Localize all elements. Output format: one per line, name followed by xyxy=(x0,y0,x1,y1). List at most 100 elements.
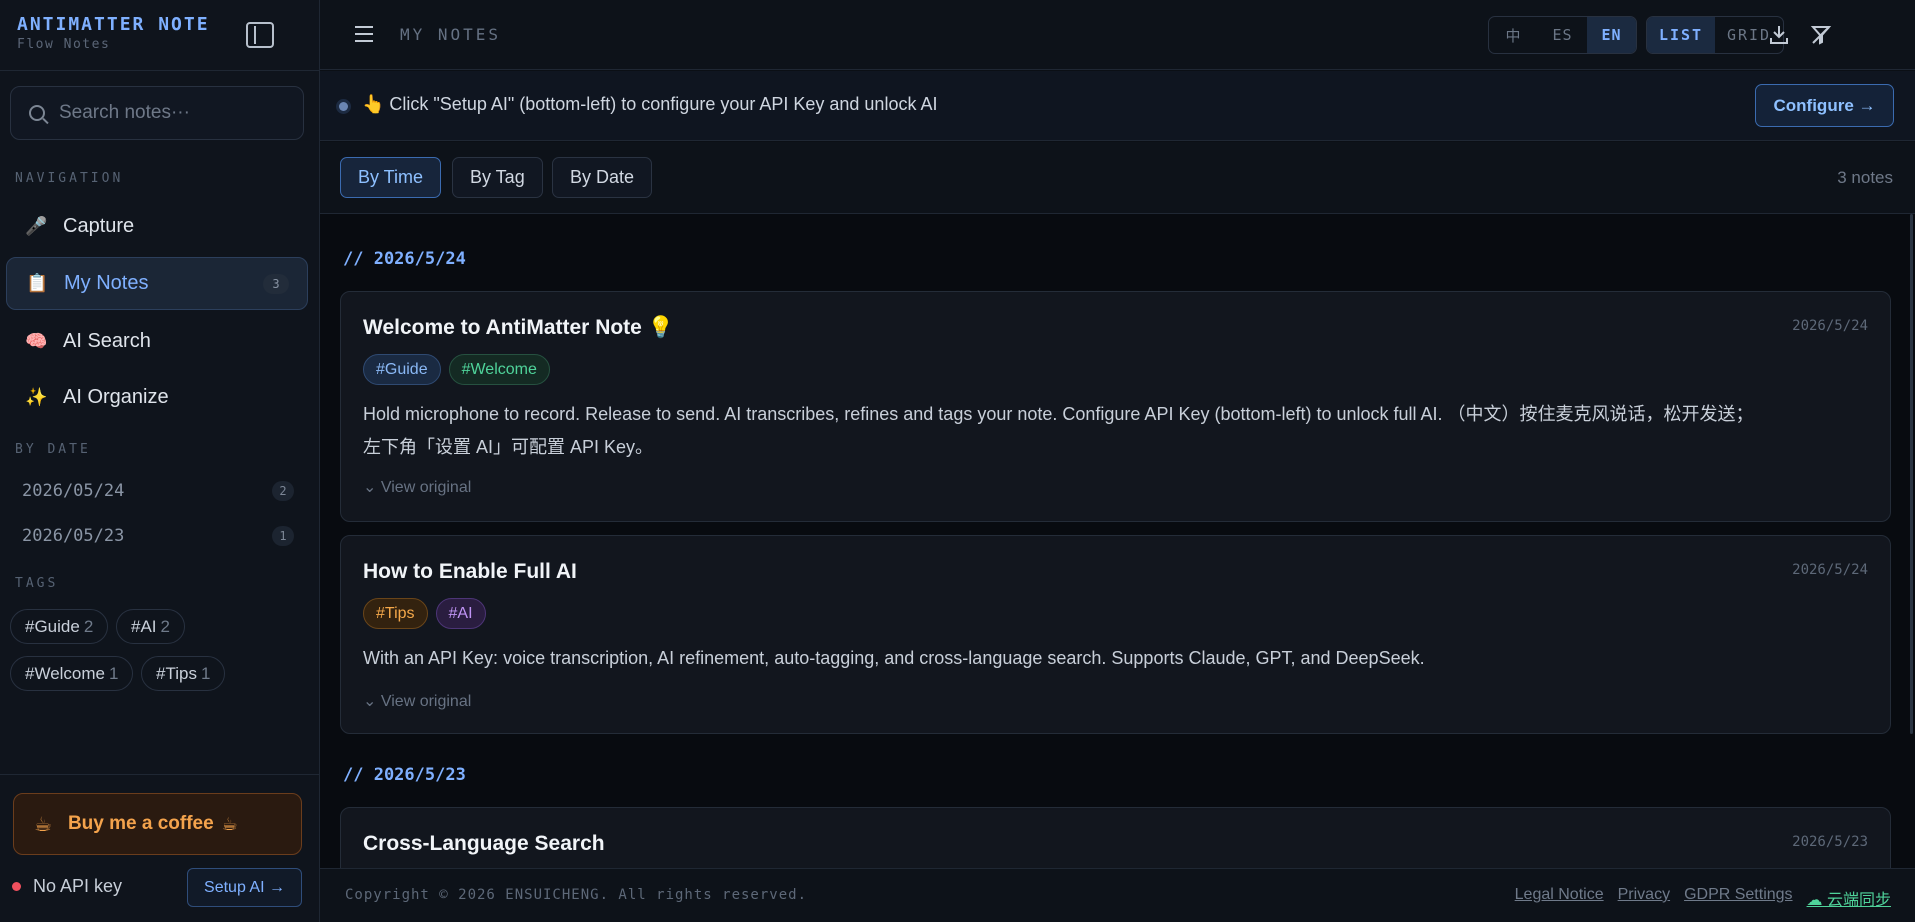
notes-list: // 2026/5/24 Welcome to AntiMatter Note … xyxy=(320,214,1915,868)
coffee-icon: ☕ xyxy=(34,813,52,836)
date-count-badge: 1 xyxy=(272,526,294,546)
legal-notice-link[interactable]: Legal Notice xyxy=(1515,886,1604,910)
nav-item-label: AI Organize xyxy=(63,386,169,408)
tag-chip-ai[interactable]: #AI 2 xyxy=(116,609,185,644)
brand: ANTIMATTER NOTE Flow Notes xyxy=(17,14,210,52)
copyright: Copyright © 2026 ENSUICHENG. All rights … xyxy=(345,887,808,903)
nav-item-capture[interactable]: 🎤 Capture xyxy=(6,200,308,253)
note-date: 2026/5/24 xyxy=(1792,318,1868,334)
tag-chip-tips[interactable]: #Tips 1 xyxy=(141,656,226,691)
view-original-label: View original xyxy=(380,479,472,496)
setup-banner: 👆 Click "Setup AI" (bottom-left) to conf… xyxy=(320,71,1915,141)
sort-bar: By Time By Tag By Date 3 notes xyxy=(320,142,1915,214)
note-date: 2026/5/24 xyxy=(1792,562,1868,578)
gdpr-settings-link[interactable]: GDPR Settings xyxy=(1684,886,1792,910)
sparkles-icon: ✨ xyxy=(25,387,48,407)
clear-filter-icon[interactable] xyxy=(1810,24,1832,46)
lang-es-button[interactable]: ES xyxy=(1538,17,1587,53)
tag-count: 2 xyxy=(160,616,170,636)
note-card[interactable]: Cross-Language Search 2026/5/23 xyxy=(340,807,1891,868)
nav-item-label: Capture xyxy=(63,215,135,237)
setup-ai-button[interactable]: Setup AI → xyxy=(187,868,302,907)
divider xyxy=(0,774,320,775)
notes-count: 3 notes xyxy=(1837,168,1893,187)
tag-chip-guide[interactable]: #Guide 2 xyxy=(10,609,109,644)
date-count-badge: 2 xyxy=(272,481,294,501)
api-status: No API key xyxy=(12,876,122,897)
sidebar: ANTIMATTER NOTE Flow Notes NAVIGATION 🎤 … xyxy=(0,0,320,922)
note-title: How to Enable Full AI xyxy=(363,560,577,583)
download-icon[interactable] xyxy=(1769,24,1789,46)
tag-label: #Tips xyxy=(156,663,197,683)
nav-count-badge: 3 xyxy=(263,274,289,294)
tag-count: 1 xyxy=(109,663,119,683)
footer-links: Legal Notice Privacy GDPR Settings ☁ 云端同… xyxy=(1515,886,1891,910)
note-date: 2026/5/23 xyxy=(1792,834,1868,850)
date-label: 2026/05/23 xyxy=(22,526,125,546)
note-tags: #Guide #Welcome xyxy=(363,354,550,385)
date-group-heading: // 2026/5/24 xyxy=(343,249,466,269)
topbar: MY NOTES 中 ES EN LIST GRID xyxy=(320,0,1915,70)
tag-label: #AI xyxy=(131,616,157,636)
lang-zh-button[interactable]: 中 xyxy=(1489,17,1538,53)
sidebar-toggle-icon[interactable] xyxy=(246,22,274,48)
cloud-sync-link[interactable]: ☁ 云端同步 xyxy=(1807,886,1891,910)
tag-chip-welcome[interactable]: #Welcome 1 xyxy=(10,656,134,691)
clipboard-icon: 📋 xyxy=(26,273,49,293)
note-title: Welcome to AntiMatter Note 💡 xyxy=(363,316,674,339)
banner-text: 👆 Click "Setup AI" (bottom-left) to conf… xyxy=(362,94,938,114)
note-card[interactable]: How to Enable Full AI 2026/5/24 #Tips #A… xyxy=(340,535,1891,734)
tag-pill-guide[interactable]: #Guide xyxy=(363,354,441,385)
menu-icon[interactable] xyxy=(355,26,373,42)
date-section-label: BY DATE xyxy=(15,442,91,457)
nav-item-my-notes[interactable]: 📋 My Notes 3 xyxy=(6,257,308,310)
list-view-button[interactable]: LIST xyxy=(1647,17,1715,53)
tag-count: 2 xyxy=(83,616,94,636)
api-status-text: No API key xyxy=(33,876,123,896)
note-body: With an API Key: voice transcription, AI… xyxy=(363,642,1863,675)
sort-by-time-button[interactable]: By Time xyxy=(340,157,442,198)
note-body-line: 左下角「设置 AI」可配置 API Key。 xyxy=(363,437,654,457)
sort-by-tag-button[interactable]: By Tag xyxy=(452,157,543,198)
sort-by-date-button[interactable]: By Date xyxy=(552,157,653,198)
date-label: 2026/05/24 xyxy=(22,481,125,501)
search-input[interactable] xyxy=(59,102,289,124)
tag-pill-welcome[interactable]: #Welcome xyxy=(448,354,550,385)
page-title: MY NOTES xyxy=(400,25,502,44)
tag-pill-ai[interactable]: #AI xyxy=(435,598,486,629)
buy-coffee-button[interactable]: ☕ Buy me a coffee ☕ xyxy=(13,793,302,855)
note-title: Cross-Language Search xyxy=(363,832,605,855)
main-area: MY NOTES 中 ES EN LIST GRID 👆 Click "Setu… xyxy=(320,0,1915,922)
info-dot-icon xyxy=(339,102,348,111)
scrollbar[interactable] xyxy=(1910,214,1913,734)
search-box xyxy=(10,86,304,140)
status-dot-icon xyxy=(12,882,21,891)
note-tags: #Tips #AI xyxy=(363,598,486,629)
date-group-heading: // 2026/5/23 xyxy=(343,765,466,785)
note-body: Hold microphone to record. Release to se… xyxy=(363,398,1863,464)
microphone-icon: 🎤 xyxy=(25,216,48,236)
nav-item-ai-organize[interactable]: ✨ AI Organize xyxy=(6,371,308,424)
brand-title: ANTIMATTER NOTE xyxy=(17,14,210,35)
configure-button[interactable]: Configure → xyxy=(1755,84,1894,127)
note-body-line: With an API Key: voice transcription, AI… xyxy=(363,648,1425,668)
tag-count: 1 xyxy=(200,663,211,683)
view-switcher: LIST GRID xyxy=(1646,16,1784,54)
date-item[interactable]: 2026/05/24 2 xyxy=(12,471,294,511)
tag-pill-tips[interactable]: #Tips xyxy=(363,598,428,629)
date-item[interactable]: 2026/05/23 1 xyxy=(12,516,294,556)
view-original-link[interactable]: ⌄ View original xyxy=(363,691,471,711)
tag-label: #Welcome xyxy=(25,663,105,683)
note-card[interactable]: Welcome to AntiMatter Note 💡 2026/5/24 #… xyxy=(340,291,1891,522)
privacy-link[interactable]: Privacy xyxy=(1618,886,1670,910)
view-original-link[interactable]: ⌄ View original xyxy=(363,477,471,497)
view-original-label: View original xyxy=(380,693,472,710)
note-body-line: Hold microphone to record. Release to se… xyxy=(363,404,1754,424)
brain-icon: 🧠 xyxy=(25,331,48,351)
buy-coffee-label: Buy me a coffee xyxy=(67,813,214,834)
nav-section-label: NAVIGATION xyxy=(15,171,124,186)
coffee-icon: ☕ xyxy=(221,813,238,834)
nav-item-ai-search[interactable]: 🧠 AI Search xyxy=(6,315,308,368)
language-switcher: 中 ES EN xyxy=(1488,16,1637,54)
lang-en-button[interactable]: EN xyxy=(1587,17,1636,53)
